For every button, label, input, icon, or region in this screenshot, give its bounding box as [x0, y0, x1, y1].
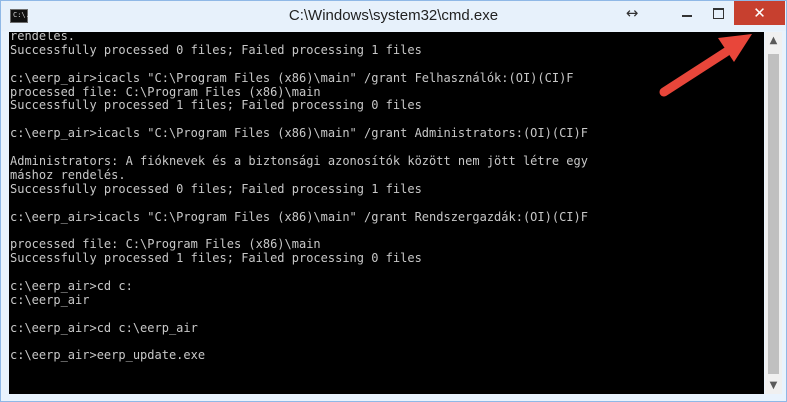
minimize-button[interactable]	[672, 1, 702, 25]
window-title: C:\Windows\system32\cmd.exe	[288, 7, 499, 24]
console-line: c:\eerp_air>icacls "C:\Program Files (x8…	[10, 126, 588, 141]
maximize-icon	[712, 7, 724, 19]
console-line: Successfully processed 0 files; Failed p…	[10, 42, 422, 57]
title-bar[interactable]: C:\. C:\Windows\system32\cmd.exe ↔ ✕	[1, 1, 786, 31]
console-line: c:\eerp_air>icacls "C:\Program Files (x8…	[10, 209, 588, 224]
console-line: c:\eerp_air>cd c:\eerp_air	[10, 320, 198, 335]
vertical-scrollbar[interactable]: ▲ ▼	[765, 32, 782, 394]
console-line: Successfully processed 1 files; Failed p…	[10, 251, 422, 266]
minimize-icon	[682, 15, 692, 17]
console-line: Successfully processed 1 files; Failed p…	[10, 98, 422, 113]
scroll-down-icon[interactable]: ▼	[765, 377, 782, 394]
console-line: c:\eerp_air>eerp_update.exe	[10, 348, 206, 363]
maximize-button[interactable]	[703, 1, 733, 25]
console-output[interactable]: rendelés. Successfully processed 0 files;…	[9, 32, 764, 394]
scroll-thumb[interactable]	[768, 54, 779, 374]
console-text: rendelés. Successfully processed 0 files;…	[9, 32, 764, 365]
close-button[interactable]: ✕	[734, 1, 785, 25]
console-line: Successfully processed 0 files; Failed p…	[10, 181, 422, 196]
console-line: c:\eerp_air>cd c:	[10, 279, 133, 294]
console-line: c:\eerp_air	[10, 292, 90, 307]
resize-icon: ↔	[625, 4, 639, 22]
scroll-up-icon[interactable]: ▲	[765, 32, 782, 49]
